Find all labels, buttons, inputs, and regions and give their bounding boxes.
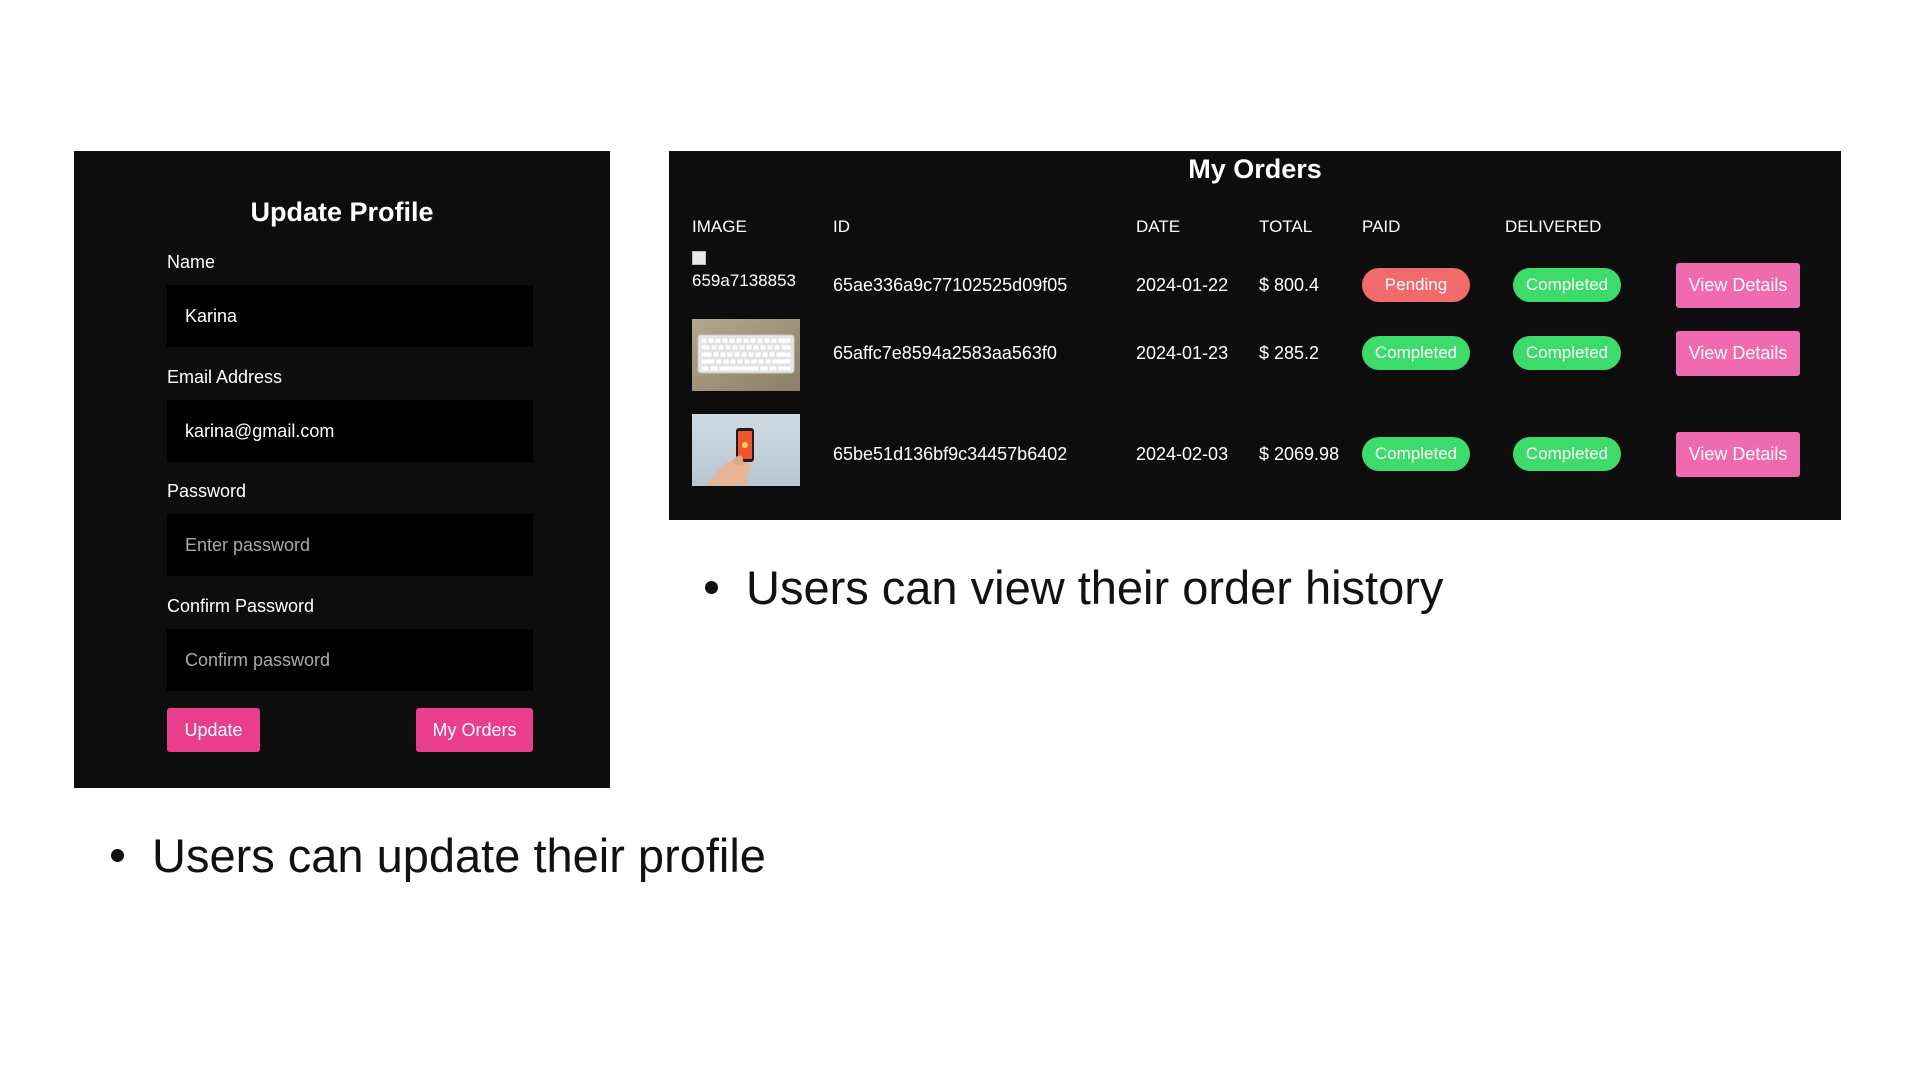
- order-date: 2024-01-22: [1136, 275, 1229, 295]
- broken-image-icon: [692, 251, 706, 265]
- my-orders-panel: My Orders IMAGE ID DATE TOTAL PAID DELIV…: [669, 151, 1841, 520]
- bullet-icon: [111, 849, 124, 863]
- my-orders-title: My Orders: [1188, 154, 1322, 184]
- phone-in-hand-photo-icon: [692, 414, 800, 486]
- update-profile-title: Update Profile: [250, 197, 434, 227]
- paid-status-badge: Pending: [1362, 268, 1470, 302]
- column-header-delivered: DELIVERED: [1505, 217, 1602, 236]
- order-id: 65ae336a9c77102525d09f05: [833, 275, 1068, 295]
- email-label: Email Address: [167, 367, 283, 387]
- column-header-paid: PAID: [1362, 217, 1401, 236]
- orders-caption-text: Users can view their order history: [746, 561, 1444, 614]
- paid-status-badge: Completed: [1362, 437, 1470, 471]
- phone-thumbnail: [692, 414, 800, 486]
- delivered-status-badge: Completed: [1513, 268, 1621, 302]
- order-image-alt-text: 659a7138853: [692, 271, 797, 290]
- order-id: 65affc7e8594a2583aa563f0: [833, 343, 1057, 363]
- orders-caption: Users can view their order history: [705, 560, 1443, 615]
- view-details-button[interactable]: View Details: [1676, 263, 1800, 308]
- view-details-button[interactable]: View Details: [1676, 432, 1800, 477]
- password-label: Password: [167, 481, 247, 501]
- column-header-total: TOTAL: [1259, 217, 1313, 236]
- my-orders-button[interactable]: My Orders: [416, 708, 533, 752]
- password-input[interactable]: [167, 514, 533, 576]
- view-details-button[interactable]: View Details: [1676, 331, 1800, 376]
- order-row: 65be51d136bf9c34457b6402 2024-02-03 $ 20…: [669, 411, 1841, 491]
- order-row: 65affc7e8594a2583aa563f0 2024-01-23 $ 28…: [669, 319, 1841, 399]
- column-header-id: ID: [833, 217, 850, 236]
- keyboard-thumbnail: [692, 319, 800, 391]
- delivered-status-badge: Completed: [1513, 336, 1621, 370]
- update-profile-panel: Update Profile Name Email Address Passwo…: [74, 151, 610, 788]
- order-date: 2024-01-23: [1136, 343, 1229, 363]
- column-header-date: DATE: [1136, 217, 1181, 236]
- delivered-status-badge: Completed: [1513, 437, 1621, 471]
- column-header-image: IMAGE: [692, 217, 747, 236]
- paid-status-badge: Completed: [1362, 336, 1470, 370]
- order-date: 2024-02-03: [1136, 444, 1229, 464]
- profile-caption-text: Users can update their profile: [152, 829, 766, 882]
- bullet-icon: [705, 581, 718, 595]
- order-total: $ 285.2: [1259, 343, 1320, 363]
- confirm-password-label: Confirm Password: [167, 596, 315, 616]
- name-input[interactable]: [167, 285, 533, 347]
- update-button[interactable]: Update: [167, 708, 260, 752]
- order-total: $ 800.4: [1259, 275, 1320, 295]
- profile-caption: Users can update their profile: [111, 828, 766, 883]
- order-id: 65be51d136bf9c34457b6402: [833, 444, 1068, 464]
- order-total: $ 2069.98: [1259, 444, 1340, 464]
- order-image-broken: 659a7138853: [692, 251, 800, 291]
- email-input[interactable]: [167, 400, 533, 462]
- confirm-password-input[interactable]: [167, 629, 533, 691]
- name-label: Name: [167, 252, 216, 272]
- keyboard-photo-icon: [692, 319, 800, 391]
